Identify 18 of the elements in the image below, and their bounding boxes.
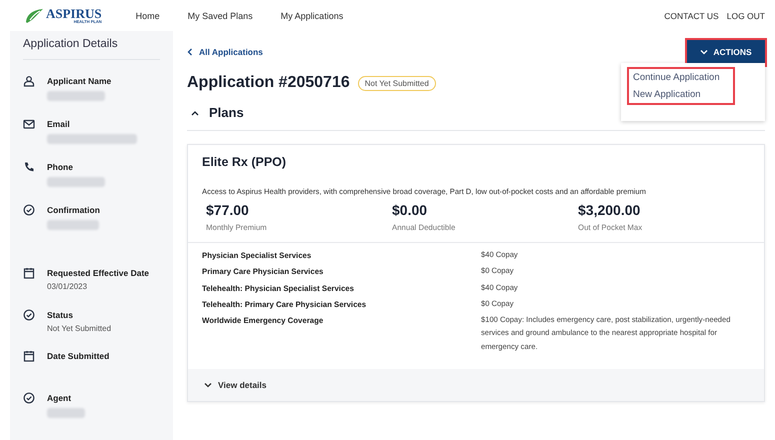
detail-value: Not Yet Submitted — [47, 324, 112, 333]
detail-value: 03/01/2023 — [47, 282, 88, 291]
detail-label: Applicant Name — [47, 76, 112, 86]
plan-name: Elite Rx (PPO) — [202, 155, 288, 169]
page-title: Application #2050716 — [187, 74, 350, 92]
detail-label: Phone — [47, 162, 74, 172]
logo-name: ASPIRUS — [46, 7, 102, 20]
detail-label: Date Submitted — [47, 351, 110, 361]
stat-value: $0.00 — [392, 202, 428, 218]
status-badge: Not Yet Submitted — [358, 76, 436, 90]
detail-label: Confirmation — [47, 205, 100, 215]
sidebar-title: Application Details — [23, 38, 160, 60]
detail-label: Requested Effective Date — [47, 268, 150, 278]
detail-label: Agent — [47, 393, 72, 403]
stat-value: $77.00 — [206, 202, 250, 218]
detail-label: Status — [47, 310, 74, 320]
detail-label: Email — [47, 119, 71, 129]
stat-value: $3,200.00 — [578, 202, 642, 218]
